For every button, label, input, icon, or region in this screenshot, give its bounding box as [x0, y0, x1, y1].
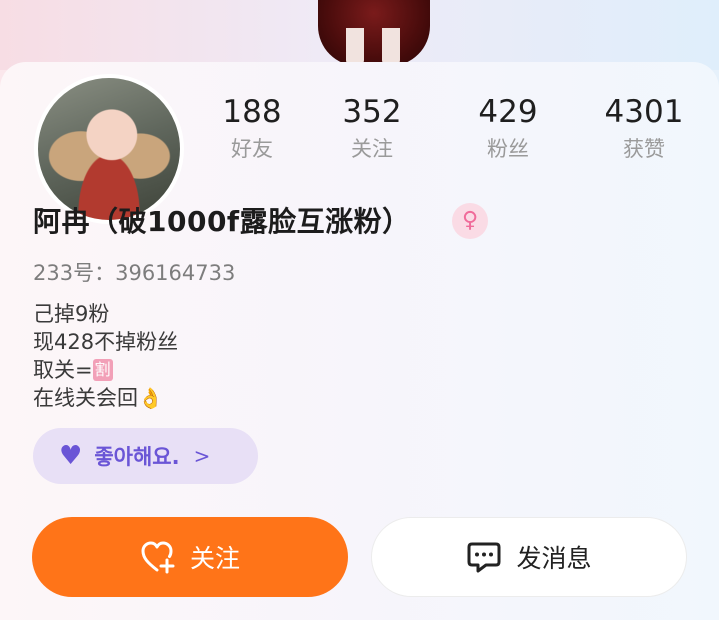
stat-likes[interactable]: 4301 获赞: [589, 92, 699, 164]
banner-figure-leg: [346, 28, 364, 66]
chat-bubble-icon: [467, 542, 501, 573]
bio: 己掉9粉 现428不掉粉丝 取关= 割 在线关会回👌: [33, 300, 178, 412]
female-symbol-icon: ♀: [452, 203, 488, 239]
stat-label: 获赞: [623, 137, 665, 161]
profile-name: 阿冉（破1000f露脸互涨粉）: [33, 205, 411, 238]
user-id-value: 396164733: [115, 261, 236, 285]
banner-figure-leg: [382, 28, 400, 66]
stat-followers[interactable]: 429 粉丝: [453, 92, 563, 164]
bio-line: 取关= 割: [33, 356, 178, 384]
message-button-label: 发消息: [516, 544, 592, 573]
stat-value: 429: [478, 94, 538, 130]
follow-button-label: 关注: [189, 544, 240, 573]
stat-value: 4301: [604, 94, 684, 130]
chevron-right-icon: >: [193, 444, 211, 468]
purple-heart-icon: ♥: [59, 441, 83, 471]
ok-hand-emoji-icon: 👌: [138, 386, 163, 410]
stat-friends[interactable]: 188 好友: [197, 92, 307, 164]
stat-label: 粉丝: [487, 137, 529, 161]
stat-value: 352: [342, 94, 402, 130]
cut-emoji-icon: 割: [92, 359, 113, 381]
banner-figure-image: [318, 0, 430, 66]
interest-tag-button[interactable]: ♥ 좋아해요. >: [33, 428, 258, 484]
heart-plus-icon: [141, 541, 175, 574]
bio-line: 现428不掉粉丝: [33, 330, 179, 354]
bottom-divider: [0, 620, 719, 625]
bio-text: 在线关会回: [33, 386, 138, 410]
stat-label: 关注: [351, 137, 393, 161]
message-button[interactable]: 发消息: [371, 517, 687, 597]
profile-card: 188 好友 352 关注 429 粉丝 4301 获赞 阿冉（破1000f露脸…: [0, 62, 719, 625]
interest-tag-label: 좋아해요.: [94, 445, 180, 469]
user-id[interactable]: 233号：396164733: [33, 257, 235, 287]
stat-label: 好友: [231, 137, 273, 161]
bio-text: 取关=: [33, 358, 93, 382]
stat-following[interactable]: 352 关注: [317, 92, 427, 164]
profile-banner: [0, 0, 719, 70]
bio-line: 在线关会回👌: [33, 384, 178, 412]
bio-line: 己掉9粉: [33, 302, 110, 326]
stat-value: 188: [222, 94, 282, 130]
follow-button[interactable]: 关注: [32, 517, 348, 597]
user-id-label: 233号：: [33, 261, 116, 285]
